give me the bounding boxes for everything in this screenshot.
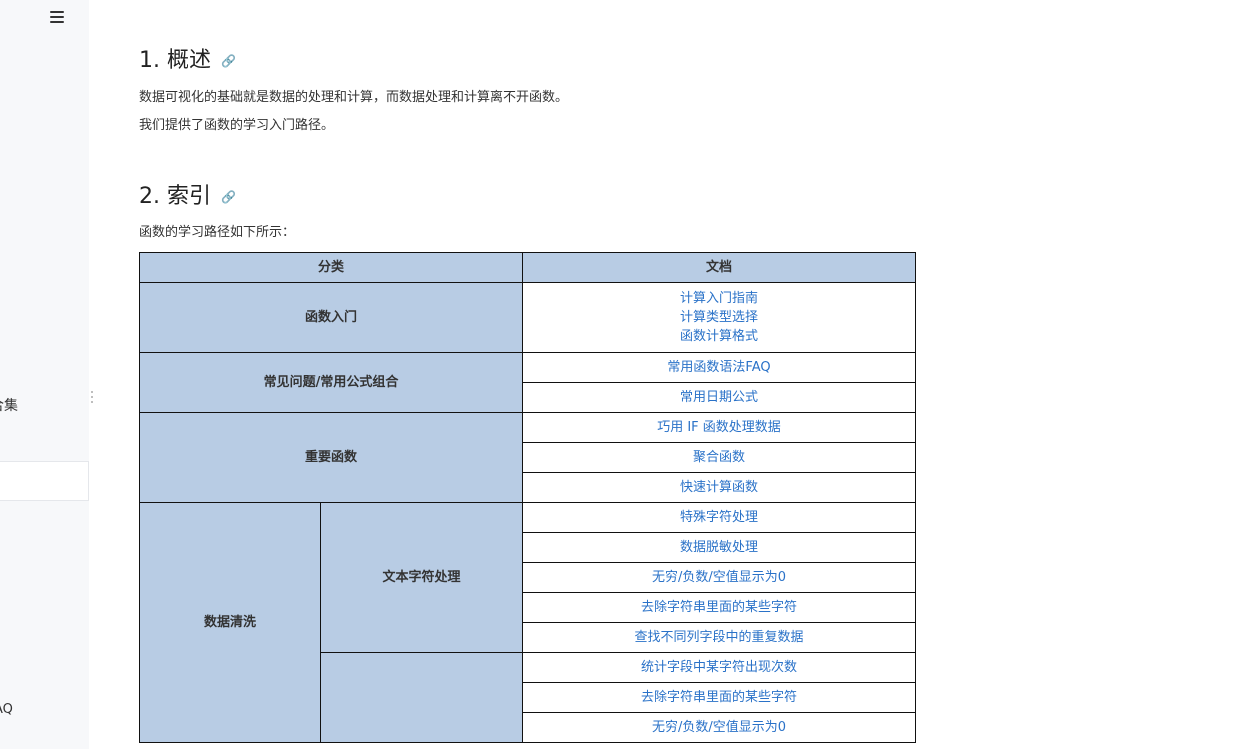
doc-cell: 查找不同列字段中的重复数据 [522,622,917,653]
hamburger-menu-icon[interactable] [50,11,64,25]
table-header-row: 分类 文档 [138,252,917,283]
category-cell: 数据清洗 [139,502,321,743]
doc-link[interactable]: 数据脱敏处理 [680,540,758,555]
sidebar-resize-handle[interactable] [90,391,94,407]
doc-cell: 无穷/负数/空值显示为0 [522,562,917,593]
category-cell: 常见问题/常用公式组合 [138,352,524,413]
doc-cell: 巧用 IF 函数处理数据 [522,412,917,443]
header-category: 分类 [138,252,524,283]
doc-link[interactable]: 快速计算函数 [680,480,758,495]
doc-cell: 聚合函数 [522,442,917,473]
subcategory-cell: 文本字符处理 [319,502,524,653]
doc-link[interactable]: 巧用 IF 函数处理数据 [657,420,781,435]
section-title-index: 2. 索引 🔗 [139,178,236,210]
link-icon[interactable]: 🔗 [221,190,236,204]
table-row: 常见问题/常用公式组合 常用函数语法FAQ [138,352,917,413]
subcategory-cell [319,652,524,743]
doc-link[interactable]: 函数计算格式 [523,327,915,346]
table-row: 数据清洗 文本字符处理 特殊字符处理 [139,502,917,743]
header-docs: 文档 [522,252,917,283]
section-title-text: 2. 索引 [139,184,211,209]
doc-cell: 无穷/负数/空值显示为0 [522,712,917,743]
doc-link[interactable]: 聚合函数 [693,450,745,465]
table-row: 函数入门 计算入门指南 计算类型选择 函数计算格式 [138,282,917,353]
doc-cell: 统计字段中某字符出现次数 [522,652,917,683]
category-cell: 重要函数 [138,412,524,503]
function-index-table: 分类 文档 函数入门 计算入门指南 计算类型选择 函数计算格式 常见问题/常用公… [138,252,917,743]
category-cell: 函数入门 [138,282,524,353]
sidebar: 合集 AQ [0,0,89,749]
doc-link[interactable]: 去除字符串里面的某些字符 [641,600,797,615]
overview-paragraph-1: 数据可视化的基础就是数据的处理和计算，而数据处理和计算离不开函数。 [139,90,569,105]
doc-cell: 常用函数语法FAQ [522,352,917,383]
sidebar-item-collection[interactable]: 合集 [0,395,18,415]
doc-cell: 去除字符串里面的某些字符 [522,682,917,713]
doc-cell: 数据脱敏处理 [522,532,917,563]
overview-paragraph-2: 我们提供了函数的学习入门路径。 [139,118,335,133]
doc-link[interactable]: 常用日期公式 [680,390,758,405]
sidebar-search-box[interactable] [0,461,89,501]
doc-cell: 常用日期公式 [522,382,917,413]
doc-cell: 快速计算函数 [522,472,917,503]
link-icon[interactable]: 🔗 [221,54,236,68]
doc-link[interactable]: 特殊字符处理 [680,510,758,525]
doc-link[interactable]: 统计字段中某字符出现次数 [641,660,797,675]
doc-link[interactable]: 查找不同列字段中的重复数据 [635,630,804,645]
doc-link[interactable]: 计算入门指南 [523,289,915,308]
doc-cell: 计算入门指南 计算类型选择 函数计算格式 [522,282,917,353]
doc-link[interactable]: 计算类型选择 [523,308,915,327]
doc-link[interactable]: 去除字符串里面的某些字符 [641,690,797,705]
doc-link[interactable]: 常用函数语法FAQ [667,360,770,375]
sidebar-item-faq[interactable]: AQ [0,702,13,717]
index-intro: 函数的学习路径如下所示： [139,225,296,240]
section-title-overview: 1. 概述 🔗 [139,42,236,74]
doc-link[interactable]: 无穷/负数/空值显示为0 [652,570,786,585]
section-title-text: 1. 概述 [139,48,211,73]
doc-cell: 特殊字符处理 [522,502,917,533]
doc-link[interactable]: 无穷/负数/空值显示为0 [652,720,786,735]
doc-cell: 去除字符串里面的某些字符 [522,592,917,623]
table-row: 重要函数 巧用 IF 函数处理数据 [138,412,917,503]
